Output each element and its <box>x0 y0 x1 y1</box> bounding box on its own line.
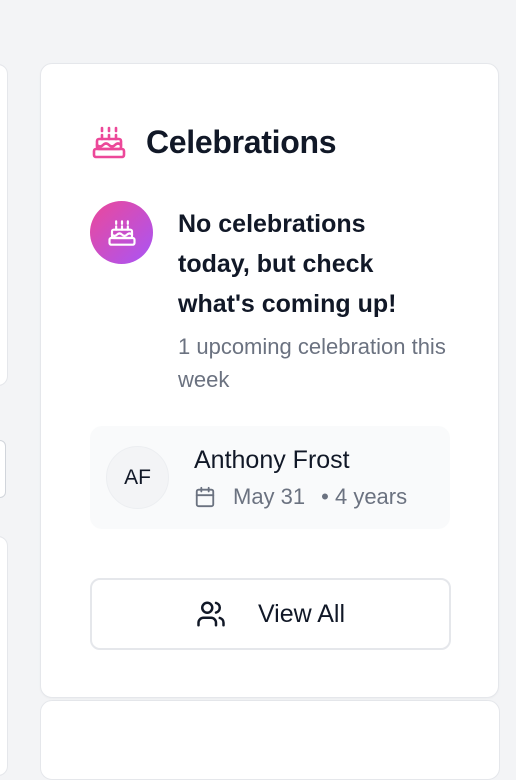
celebration-detail: • 4 years <box>321 484 408 509</box>
person-name: Anthony Frost <box>194 446 350 474</box>
adjacent-card-fragment-lower <box>0 536 8 776</box>
celebration-date: May 31 <box>233 484 306 509</box>
view-all-label: View All <box>257 599 346 628</box>
empty-state-badge <box>90 201 153 264</box>
celebration-item[interactable]: AF Anthony Frost May 31 • 4 years <box>90 426 450 529</box>
cake-icon <box>107 219 136 246</box>
avatar: AF <box>106 446 169 509</box>
celebrations-card: Celebrations No celebrations today, but … <box>40 63 499 698</box>
view-all-button[interactable]: View All <box>90 578 451 650</box>
adjacent-card-fragment <box>0 64 8 386</box>
next-card-fragment <box>40 700 500 780</box>
users-icon <box>197 601 225 627</box>
cake-icon <box>92 126 126 158</box>
celebration-meta: May 31 • 4 years <box>194 484 407 510</box>
card-title: Celebrations <box>146 124 337 160</box>
card-header: Celebrations <box>91 124 337 161</box>
adjacent-button-fragment[interactable] <box>0 440 6 498</box>
calendar-icon <box>195 486 215 508</box>
empty-state-subtitle: 1 upcoming celebration this week <box>178 334 446 392</box>
empty-state-title: No celebrations today, but check what's … <box>178 210 397 318</box>
